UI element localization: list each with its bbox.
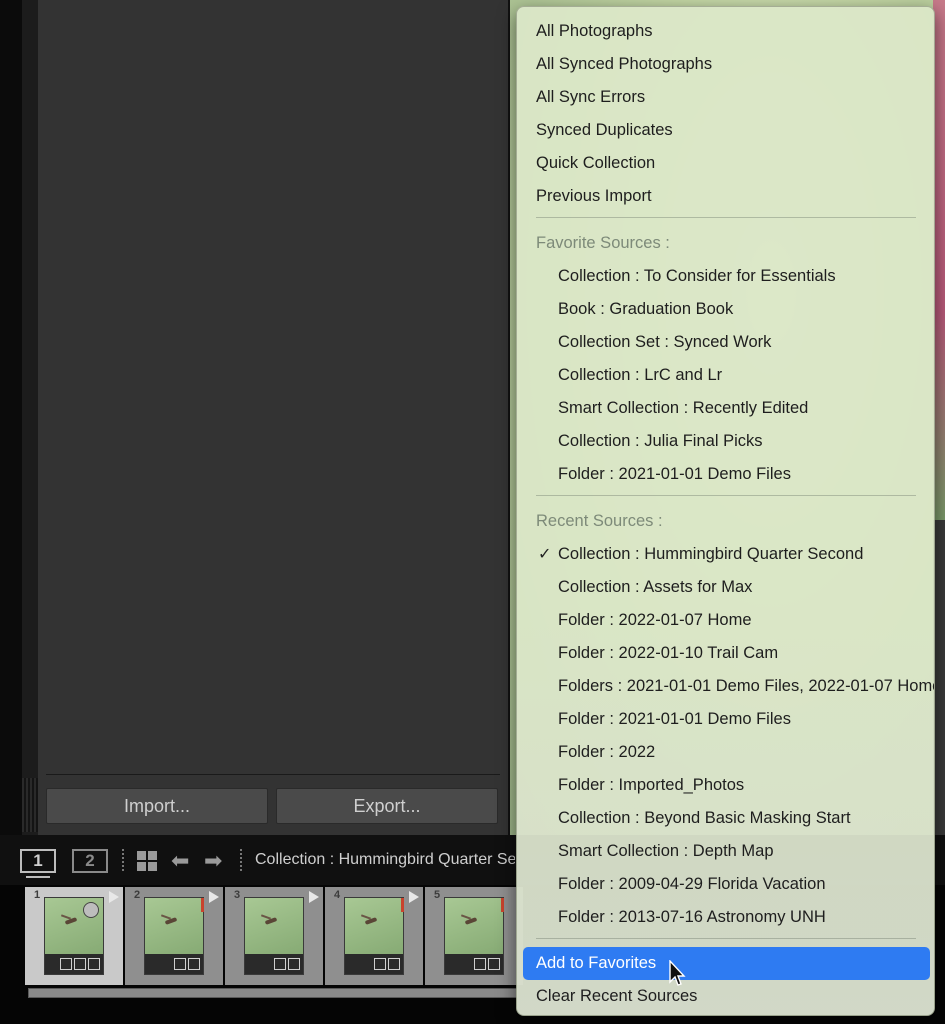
menu-item-recent-source[interactable]: Collection : Assets for Max (517, 571, 934, 604)
crop-badge-icon (174, 958, 186, 970)
edit-badge-icon (288, 958, 300, 970)
export-button[interactable]: Export... (276, 788, 498, 824)
favorite-sources-header: Favorite Sources : (536, 234, 670, 252)
menu-item-quick-collection[interactable]: Quick Collection (517, 147, 934, 180)
menu-separator (536, 217, 916, 218)
flag-icon[interactable] (109, 891, 119, 903)
menu-item-recent-source[interactable]: Folder : Imported_Photos (517, 769, 934, 802)
panel-divider (46, 774, 500, 775)
flag-icon[interactable] (209, 891, 219, 903)
color-label-red (401, 898, 404, 912)
color-label-red (201, 898, 204, 912)
toolbar-separator (240, 849, 242, 873)
menu-item-favorite-source[interactable]: Folder : 2021-01-01 Demo Files (517, 458, 934, 491)
menu-item-recent-source[interactable]: Folders : 2021-01-01 Demo Files, 2022-01… (517, 670, 934, 703)
menu-item-favorite-source[interactable]: Collection : LrC and Lr (517, 359, 934, 392)
menu-item-recent-source-selected[interactable]: Collection : Hummingbird Quarter Second (517, 538, 934, 571)
edit-badge-icon (188, 958, 200, 970)
source-menu: All Photographs All Synced Photographs A… (516, 6, 935, 1016)
filmstrip-scrollbar[interactable] (28, 988, 518, 998)
primary-display-indicator (26, 876, 50, 878)
arrow-right-icon[interactable]: ➡ (204, 848, 222, 874)
menu-item-recent-source[interactable]: Collection : Beyond Basic Masking Start (517, 802, 934, 835)
hummingbird-image (261, 916, 283, 926)
thumbnail-badges (145, 954, 203, 974)
crop-badge-icon (274, 958, 286, 970)
crop-badge-icon (74, 958, 86, 970)
menu-separator (536, 938, 916, 939)
color-label-red (501, 898, 504, 912)
toolbar-separator (122, 849, 124, 873)
menu-item-synced-duplicates[interactable]: Synced Duplicates (517, 114, 934, 147)
menu-item-recent-source[interactable]: Folder : 2022-01-10 Trail Cam (517, 637, 934, 670)
menu-item-favorite-source[interactable]: Collection Set : Synced Work (517, 326, 934, 359)
thumbnail-badges (45, 954, 103, 974)
photo-thumbnail[interactable] (344, 897, 404, 975)
panel-resize-grip[interactable] (22, 778, 38, 832)
quick-collection-circle-icon[interactable] (83, 902, 99, 918)
grid-view-icon[interactable] (137, 851, 157, 871)
filmstrip-cell-number: 2 (134, 889, 141, 901)
filmstrip-cell-number: 5 (434, 889, 441, 901)
menu-item-add-to-favorites[interactable]: Add to Favorites (523, 947, 930, 980)
menu-item-previous-import[interactable]: Previous Import (517, 180, 934, 213)
menu-item-favorite-source[interactable]: Book : Graduation Book (517, 293, 934, 326)
photo-thumbnail[interactable] (444, 897, 504, 975)
menu-item-recent-source[interactable]: Folder : 2021-01-01 Demo Files (517, 703, 934, 736)
photo-thumbnail[interactable] (244, 897, 304, 975)
import-button[interactable]: Import... (46, 788, 268, 824)
primary-display-button[interactable]: 1 (20, 849, 56, 873)
arrow-left-icon[interactable]: ⬅ (171, 848, 189, 874)
edit-badge-icon (388, 958, 400, 970)
menu-item-recent-source[interactable]: Smart Collection : Depth Map (517, 835, 934, 868)
menu-separator (536, 495, 916, 496)
photo-thumbnail[interactable] (144, 897, 204, 975)
thumbnail-badges (345, 954, 403, 974)
hummingbird-image (161, 916, 183, 926)
flag-icon[interactable] (409, 891, 419, 903)
menu-item-all-synced-photographs[interactable]: All Synced Photographs (517, 48, 934, 81)
menu-item-recent-source[interactable]: Folder : 2022-01-07 Home (517, 604, 934, 637)
menu-item-favorite-source[interactable]: Collection : To Consider for Essentials (517, 260, 934, 293)
menu-item-all-sync-errors[interactable]: All Sync Errors (517, 81, 934, 114)
stack-badge-icon (60, 958, 72, 970)
mouse-pointer-icon (669, 960, 686, 986)
filmstrip-cell-number: 4 (334, 889, 341, 901)
hummingbird-image (361, 916, 383, 926)
left-panel (38, 0, 508, 835)
menu-item-favorite-source[interactable]: Smart Collection : Recently Edited (517, 392, 934, 425)
edit-badge-icon (488, 958, 500, 970)
crop-badge-icon (374, 958, 386, 970)
left-panel-edge (22, 0, 38, 835)
menu-item-clear-recent-sources[interactable]: Clear Recent Sources (517, 980, 934, 1013)
source-path-dropdown[interactable]: Collection : Hummingbird Quarter Se (255, 851, 515, 869)
menu-item-favorite-source[interactable]: Collection : Julia Final Picks (517, 425, 934, 458)
filmstrip-cell-number: 1 (34, 889, 41, 901)
crop-badge-icon (474, 958, 486, 970)
filmstrip-cell-number: 3 (234, 889, 241, 901)
menu-item-recent-source[interactable]: Folder : 2013-07-16 Astronomy UNH (517, 901, 934, 934)
flag-icon[interactable] (309, 891, 319, 903)
thumbnail-badges (445, 954, 503, 974)
edit-badge-icon (88, 958, 100, 970)
recent-sources-header: Recent Sources : (536, 512, 663, 530)
menu-item-recent-source[interactable]: Folder : 2022 (517, 736, 934, 769)
thumbnail-badges (245, 954, 303, 974)
menu-item-recent-source[interactable]: Folder : 2009-04-29 Florida Vacation (517, 868, 934, 901)
hummingbird-image (461, 916, 483, 926)
menu-item-all-photographs[interactable]: All Photographs (517, 15, 934, 48)
secondary-display-button[interactable]: 2 (72, 849, 108, 873)
hummingbird-image (61, 916, 83, 926)
